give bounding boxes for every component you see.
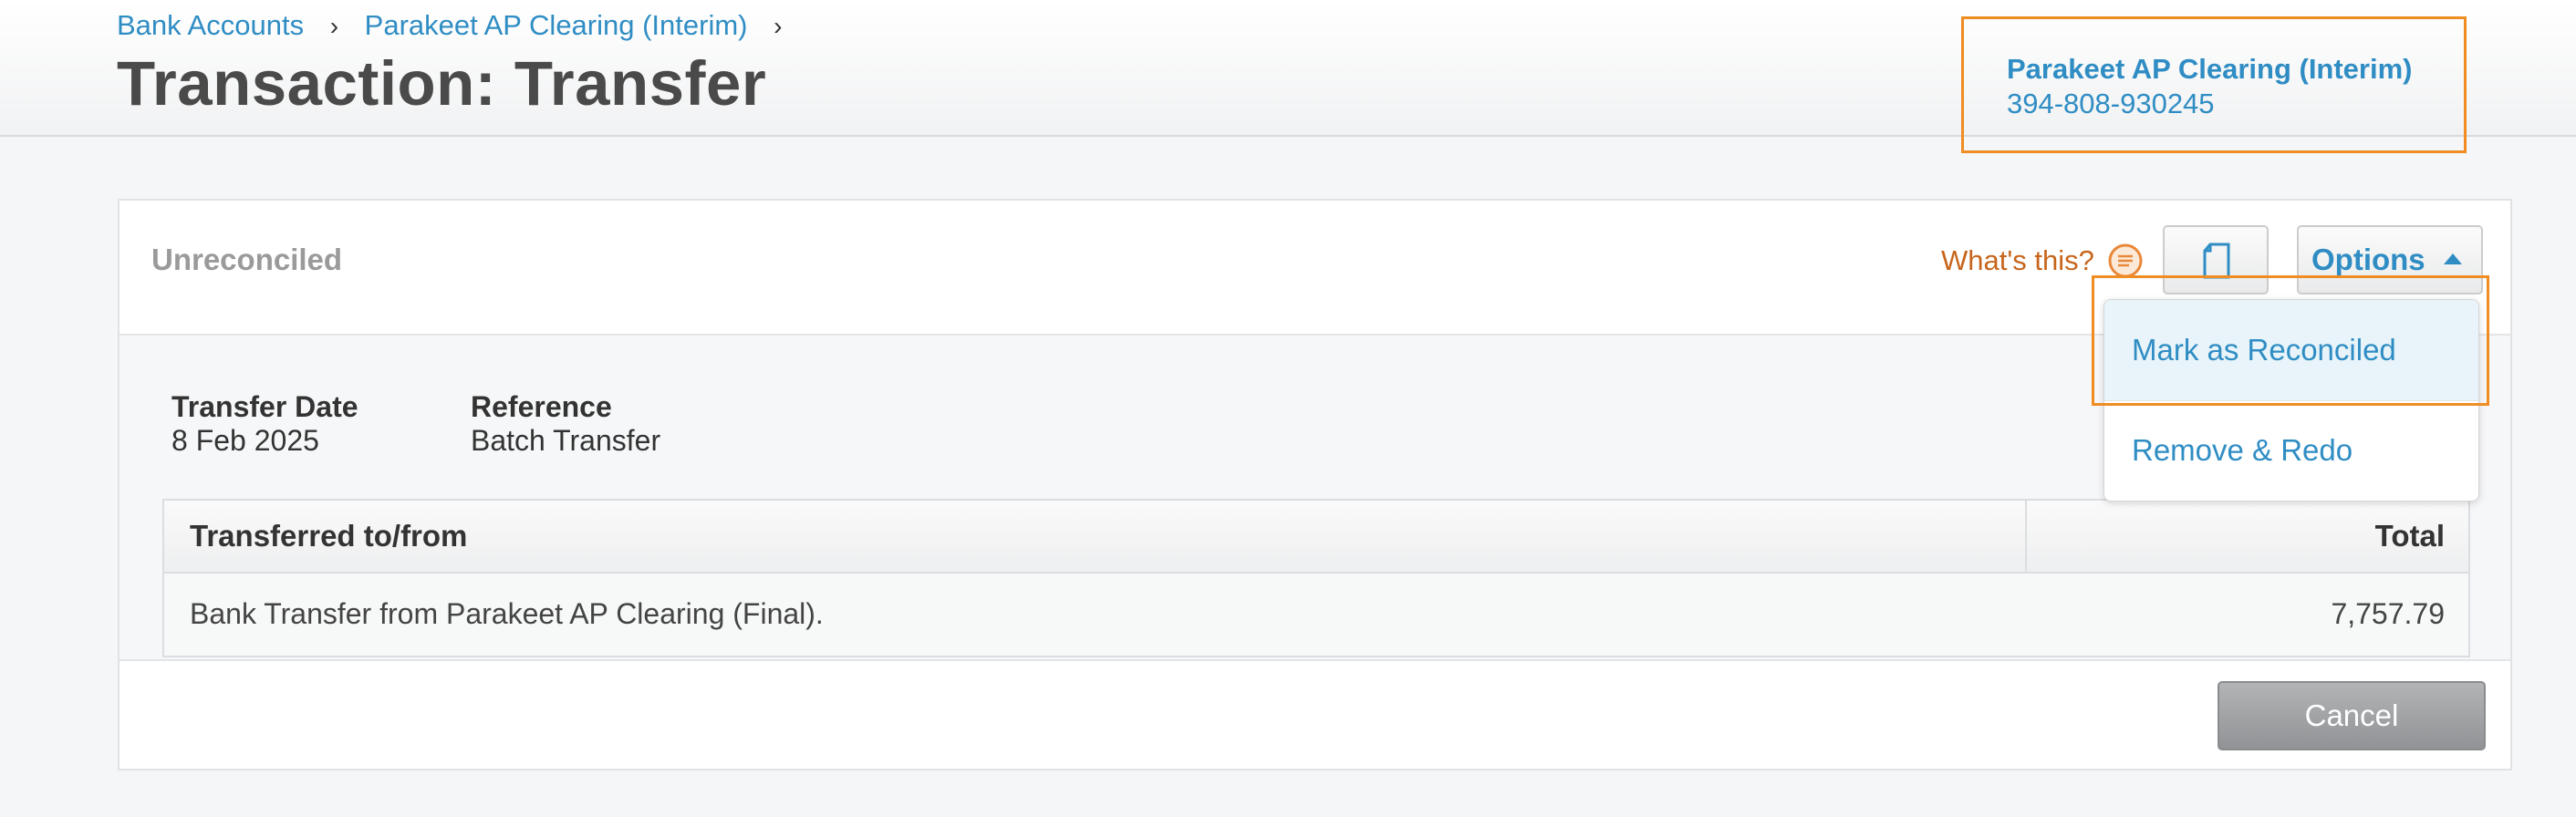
column-header-transferred: Transferred to/from bbox=[190, 519, 468, 553]
breadcrumb: Bank Accounts › Parakeet AP Clearing (In… bbox=[117, 9, 800, 42]
breadcrumb-account[interactable]: Parakeet AP Clearing (Interim) bbox=[365, 9, 748, 41]
table-header: Transferred to/from Total bbox=[164, 501, 2468, 574]
reconcile-status: Unreconciled bbox=[151, 243, 343, 276]
options-label: Options bbox=[2311, 243, 2425, 276]
reference-label: Reference bbox=[471, 390, 612, 423]
breadcrumb-separator: › bbox=[774, 12, 783, 40]
speech-bubble-icon[interactable] bbox=[2107, 243, 2144, 279]
page-title: Transaction: Transfer bbox=[117, 48, 767, 119]
reference-value: Batch Transfer bbox=[471, 424, 661, 457]
menu-item-label: Remove & Redo bbox=[2132, 433, 2353, 467]
breadcrumb-separator: › bbox=[329, 12, 339, 40]
transfer-table: Transferred to/from Total Bank Transfer … bbox=[162, 499, 2470, 657]
table-row: Bank Transfer from Parakeet AP Clearing … bbox=[164, 574, 2468, 656]
transfer-date-value: 8 Feb 2025 bbox=[171, 424, 319, 457]
account-number: 394-808-930245 bbox=[2007, 88, 2215, 119]
row-description: Bank Transfer from Parakeet AP Clearing … bbox=[190, 597, 824, 630]
column-divider bbox=[2025, 501, 2027, 572]
menu-highlight-box bbox=[2092, 275, 2489, 406]
whats-this-link[interactable]: What's this? bbox=[1941, 244, 2094, 277]
footer-divider bbox=[119, 659, 2510, 661]
transfer-date-label: Transfer Date bbox=[171, 390, 358, 423]
account-name[interactable]: Parakeet AP Clearing (Interim) bbox=[2007, 53, 2413, 86]
breadcrumb-bank-accounts[interactable]: Bank Accounts bbox=[117, 9, 304, 41]
column-header-total: Total bbox=[2374, 519, 2445, 553]
document-icon bbox=[2203, 243, 2230, 279]
menu-item-remove-and-redo[interactable]: Remove & Redo bbox=[2104, 400, 2478, 501]
caret-up-icon bbox=[2444, 253, 2462, 264]
cancel-button[interactable]: Cancel bbox=[2218, 681, 2486, 750]
row-total: 7,757.79 bbox=[2331, 597, 2445, 630]
